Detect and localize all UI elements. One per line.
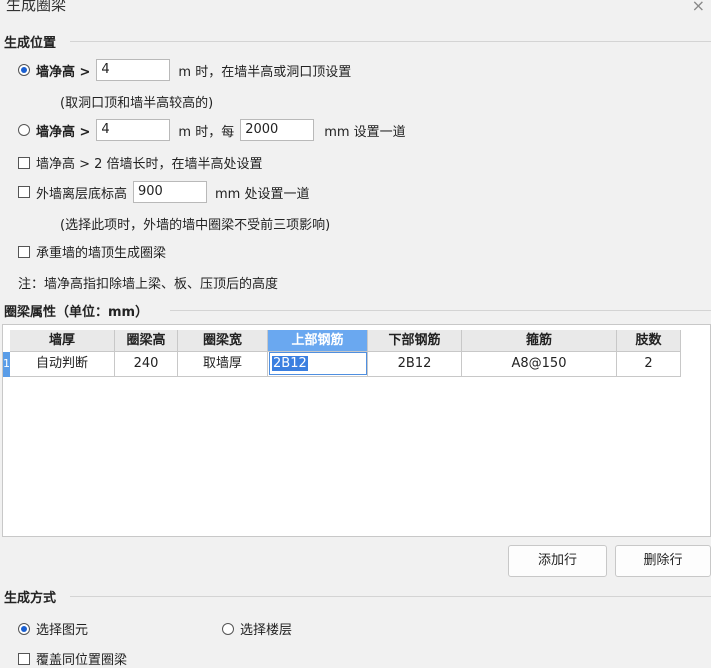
ring-beam-table[interactable]: 墙厚 圈梁高 圈梁宽 上部钢筋 下部钢筋 箍筋 肢数 1 自动判断 240 取墙… <box>2 324 711 537</box>
checkbox-cover-same-position[interactable] <box>18 652 30 665</box>
opt2-interval-input[interactable]: 2000 <box>240 119 315 141</box>
opt1-label: 墙净高 > <box>36 64 91 80</box>
cell-stirrup[interactable]: A8@150 <box>462 352 617 377</box>
checkbox-double-wall-length[interactable] <box>18 156 30 169</box>
add-row-button[interactable]: 添加行 <box>508 545 607 577</box>
opt2-height-input[interactable]: 4 <box>96 119 171 141</box>
col-header-stirrup[interactable]: 箍筋 <box>462 330 617 352</box>
chk2-label: 外墙离层底标高 <box>36 186 128 202</box>
method-section-divider <box>70 596 711 597</box>
close-icon[interactable]: × <box>692 0 705 15</box>
props-section-heading: 圈梁属性（单位：mm） <box>4 305 149 320</box>
select-element-label: 选择图元 <box>36 623 89 638</box>
cell-wall-thickness[interactable]: 自动判断 <box>10 352 115 377</box>
chk2-note: (选择此项时，外墙的墙中圈梁不受前三项影响) <box>60 218 331 233</box>
col-header-beam-width[interactable]: 圈梁宽 <box>178 330 268 352</box>
props-section-divider <box>170 310 711 311</box>
position-section-heading: 生成位置 <box>4 36 57 51</box>
chk2-elevation-input[interactable]: 900 <box>133 181 208 203</box>
chk2-suffix: mm 处设置一道 <box>215 186 310 202</box>
radio-select-floor[interactable] <box>222 622 234 635</box>
position-section-divider <box>70 41 711 42</box>
option-bearing-wall-top[interactable]: 承重墙的墙顶生成圈梁 <box>18 242 166 261</box>
opt1-suffix: m 时，在墙半高或洞口顶设置 <box>178 64 352 80</box>
col-header-leg-count[interactable]: 肢数 <box>617 330 681 352</box>
method-section-heading: 生成方式 <box>4 591 57 606</box>
option-exterior-wall-elevation[interactable]: 外墙离层底标高 900 mm 处设置一道 <box>18 181 309 203</box>
option-double-wall-length[interactable]: 墙净高 > 2 倍墙长时，在墙半高处设置 <box>18 153 263 172</box>
dialog-title: 生成圈梁 <box>6 0 67 14</box>
cover-same-position-label: 覆盖同位置圈梁 <box>36 653 128 668</box>
radio-wall-height-half[interactable] <box>18 64 30 76</box>
option-wall-height-interval[interactable]: 墙净高 > 4 m 时，每 2000 mm 设置一道 <box>18 119 406 141</box>
opt2-label: 墙净高 > <box>36 124 91 140</box>
col-header-wall-thickness[interactable]: 墙厚 <box>10 330 115 352</box>
top-rebar-editor-text: 2B12 <box>272 356 308 371</box>
opt2-suffix: mm 设置一道 <box>324 124 406 140</box>
col-header-bottom-rebar[interactable]: 下部钢筋 <box>368 330 462 352</box>
footnote: 注：墙净高指扣除墙上梁、板、压顶后的高度 <box>18 277 279 292</box>
opt1-height-input[interactable]: 4 <box>96 59 171 81</box>
row-header-1[interactable]: 1 <box>3 352 10 377</box>
cell-beam-height[interactable]: 240 <box>115 352 178 377</box>
checkbox-exterior-wall-elevation[interactable] <box>18 186 30 198</box>
opt1-note: (取洞口顶和墙半高较高的) <box>60 96 214 111</box>
option-select-floor[interactable]: 选择楼层 <box>222 619 292 638</box>
col-header-beam-height[interactable]: 圈梁高 <box>115 330 178 352</box>
option-cover-same-position[interactable]: 覆盖同位置圈梁 <box>18 649 127 668</box>
cell-bottom-rebar[interactable]: 2B12 <box>368 352 462 377</box>
chk3-label: 承重墙的墙顶生成圈梁 <box>36 246 167 261</box>
option-select-element[interactable]: 选择图元 <box>18 619 88 638</box>
top-rebar-editor[interactable]: 2B12 <box>269 352 367 375</box>
checkbox-bearing-wall-top[interactable] <box>18 245 30 258</box>
select-floor-label: 选择楼层 <box>240 623 293 638</box>
delete-row-button[interactable]: 删除行 <box>615 545 711 577</box>
col-header-top-rebar[interactable]: 上部钢筋 <box>268 330 368 352</box>
option-wall-height-half[interactable]: 墙净高 > 4 m 时，在墙半高或洞口顶设置 <box>18 59 351 81</box>
chk1-label: 墙净高 > 2 倍墙长时，在墙半高处设置 <box>36 157 263 172</box>
opt2-mid: m 时，每 <box>178 124 235 140</box>
radio-select-element[interactable] <box>18 622 30 635</box>
cell-leg-count[interactable]: 2 <box>617 352 681 377</box>
radio-wall-height-interval[interactable] <box>18 124 30 136</box>
cell-beam-width[interactable]: 取墙厚 <box>178 352 268 377</box>
